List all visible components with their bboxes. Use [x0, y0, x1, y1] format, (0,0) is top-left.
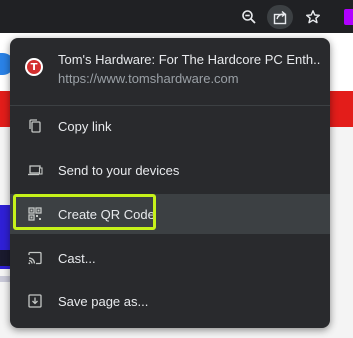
cast-label: Cast...: [58, 250, 96, 266]
copy-link-item[interactable]: Copy link: [10, 106, 330, 146]
copy-link-label: Copy link: [58, 118, 112, 134]
site-url: https://www.tomshardware.com: [58, 71, 239, 86]
devices-icon: [26, 161, 44, 179]
send-to-devices-label: Send to your devices: [58, 162, 180, 178]
download-icon: [26, 292, 44, 310]
zoom-icon[interactable]: [238, 6, 260, 28]
site-title: Tom's Hardware: For The Hardcore PC Enth…: [58, 52, 320, 67]
cast-item[interactable]: Cast...: [10, 238, 330, 278]
extension-icon[interactable]: [344, 9, 353, 25]
send-to-devices-item[interactable]: Send to your devices: [10, 150, 330, 190]
browser-toolbar: [0, 0, 353, 33]
save-page-as-item[interactable]: Save page as...: [10, 281, 330, 321]
share-icon[interactable]: [267, 5, 293, 29]
cast-icon: [26, 249, 44, 267]
share-menu: T Tom's Hardware: For The Hardcore PC En…: [10, 38, 330, 328]
page-text-fragment: [0, 276, 10, 282]
highlight-box: [13, 194, 156, 230]
bookmark-star-icon[interactable]: [302, 6, 324, 28]
copy-icon: [26, 117, 44, 135]
page-text-fragment: [0, 250, 10, 266]
save-page-as-label: Save page as...: [58, 293, 149, 309]
site-favicon: T: [25, 58, 43, 76]
